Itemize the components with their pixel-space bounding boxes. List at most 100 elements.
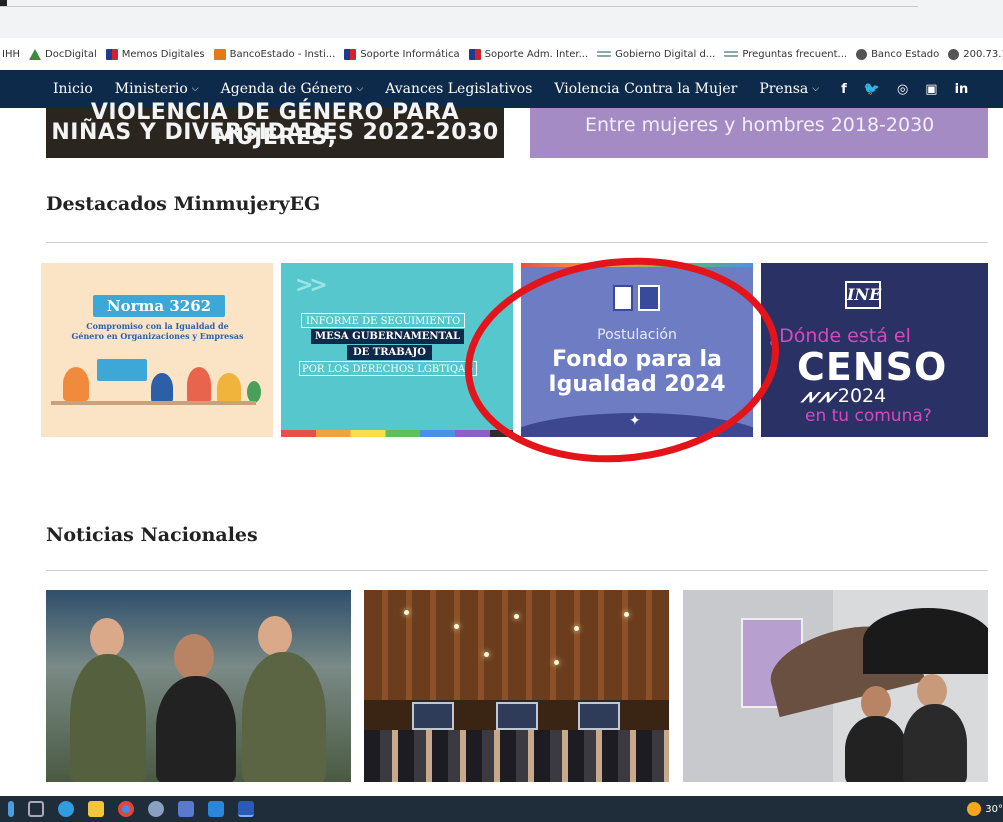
photo-person	[845, 716, 907, 782]
banner-plan-igualdad[interactable]: Entre mujeres y hombres 2018-2030	[530, 108, 988, 158]
bookmark-label: Gobierno Digital d...	[615, 48, 716, 60]
news-card-2[interactable]	[364, 590, 669, 782]
photo-screen	[412, 702, 454, 730]
chevrons-decoration: >>	[295, 273, 328, 298]
photo-screen	[578, 702, 620, 730]
nav-label: Avances Legislativos	[385, 81, 533, 97]
twitter-icon[interactable]: 🐦	[864, 82, 880, 97]
photo-light	[404, 610, 409, 615]
card-headline: Fondo para la	[552, 347, 722, 372]
social-links: f 🐦 ◎ ▣ in	[841, 82, 985, 97]
bookmark-label: Memos Digitales	[121, 48, 205, 60]
browser-toolbar	[0, 0, 1003, 38]
weather-widget[interactable]: 30°	[967, 802, 1003, 816]
banner-right-text: Entre mujeres y hombres 2018-2030	[585, 114, 935, 136]
card-line: INFORME DE SEGUIMIENTO	[301, 313, 466, 328]
nav-avances-legislativos[interactable]: Avances Legislativos	[385, 81, 532, 97]
card-subtitle: Compromiso con la Igualdad de Género en …	[55, 321, 260, 341]
bookmark-label: Soporte Informática	[360, 48, 460, 60]
color-stripe	[521, 263, 753, 267]
bookmark-label: DocDigital	[45, 48, 97, 60]
photo-person	[903, 704, 967, 782]
app-icon[interactable]	[148, 801, 164, 817]
card-fondo-igualdad-2024[interactable]: Postulación Fondo para la Igualdad 2024 …	[521, 263, 753, 437]
bookmark-bancoestado-insti[interactable]: BancoEstado - Insti...	[213, 48, 335, 60]
illustration-person	[187, 367, 211, 403]
nav-agenda-de-genero[interactable]: Agenda de Género ⌵	[221, 81, 364, 97]
photo-face	[917, 674, 947, 708]
facebook-icon[interactable]: f	[841, 82, 847, 97]
bookmark-preguntas-frecuentes[interactable]: Preguntas frecuent...	[724, 49, 847, 60]
photo-light	[554, 660, 559, 665]
photo-screen	[496, 702, 538, 730]
card-line: POR LOS DERECHOS LGBTIQA+	[299, 361, 477, 376]
photo-face	[861, 686, 891, 720]
chevron-down-icon: ⌵	[356, 84, 364, 94]
bookmark-gobierno-digital[interactable]: Gobierno Digital d...	[597, 49, 715, 60]
photo-audience	[364, 730, 669, 782]
start-icon[interactable]	[8, 801, 14, 817]
nav-ministerio[interactable]: Ministerio ⌵	[115, 81, 199, 97]
nav-inicio[interactable]: Inicio	[53, 81, 93, 97]
card-headline: Igualdad 2024	[548, 372, 726, 397]
news-card-1[interactable]	[46, 590, 351, 782]
bookmark-label: 200.73.11.51/sigbsc...	[963, 48, 1003, 60]
bookmark-soporte-adm[interactable]: Soporte Adm. Inter...	[468, 48, 589, 60]
globe-icon	[948, 48, 960, 60]
censo-year: 2024	[837, 385, 887, 407]
teams-icon[interactable]	[178, 801, 194, 817]
temperature: 30°	[985, 803, 1003, 815]
illustration-desk	[51, 401, 256, 405]
flag-icon	[468, 48, 481, 60]
instagram-icon[interactable]: ◎	[897, 82, 908, 97]
section-title-noticias: Noticias Nacionales	[46, 524, 258, 546]
censo-title: CENSO	[797, 345, 948, 389]
divider	[46, 570, 988, 571]
chevron-down-icon: ⌵	[812, 84, 820, 94]
linkedin-icon[interactable]: in	[955, 82, 969, 97]
sun-icon	[967, 802, 982, 816]
globe-icon	[856, 48, 868, 60]
word-icon[interactable]	[238, 801, 254, 817]
nav-label: Inicio	[53, 81, 93, 97]
photo-light	[624, 612, 629, 617]
nav-violencia-contra-la-mujer[interactable]: Violencia Contra la Mujer	[554, 81, 737, 97]
card-norma-3262[interactable]: Norma 3262 Compromiso con la Igualdad de…	[41, 263, 273, 437]
gob-icon	[724, 51, 739, 57]
chrome-icon[interactable]	[118, 801, 134, 817]
bookmarks-bar: IHH DocDigital Memos Digitales BancoEsta…	[0, 38, 1003, 70]
gobierno-logo-icon	[613, 285, 633, 311]
illustration-monitor	[97, 359, 147, 381]
bookmark-memos-digitales[interactable]: Memos Digitales	[105, 48, 205, 60]
bookmark-ihh[interactable]: IHH	[2, 49, 20, 60]
docdigital-icon	[29, 48, 41, 60]
nav-prensa[interactable]: Prensa ⌵	[759, 81, 819, 97]
photo-person-uniform	[242, 652, 326, 782]
gob-icon	[597, 51, 612, 57]
photo-person-uniform	[70, 654, 146, 782]
file-explorer-icon[interactable]	[88, 801, 104, 817]
photo-light	[454, 624, 459, 629]
bookmark-docdigital[interactable]: DocDigital	[29, 48, 97, 60]
edge-icon[interactable]	[58, 801, 74, 817]
illustration-person	[151, 373, 173, 403]
bookmark-soporte-informatica[interactable]: Soporte Informática	[344, 48, 460, 60]
outlook-icon[interactable]	[208, 801, 224, 817]
photo-light	[484, 652, 489, 657]
bookmark-banco-estado[interactable]: Banco Estado	[856, 48, 939, 60]
card-censo-2024[interactable]: INE ¿Dónde está el CENSO ⩘⩗⩘⩗ 2024 en tu …	[761, 263, 988, 437]
banner-violencia-plan[interactable]: VIOLENCIA DE GÉNERO PARA MUJERES, NIÑAS …	[46, 100, 504, 158]
task-view-icon[interactable]	[28, 801, 44, 817]
youtube-icon[interactable]: ▣	[925, 82, 937, 97]
news-card-3[interactable]	[683, 590, 988, 782]
chile-te-mira-logo-icon	[638, 285, 660, 311]
card-informe-mesa-lgbtiqa[interactable]: >> INFORME DE SEGUIMIENTO MESA GUBERNAME…	[281, 263, 513, 437]
nav-label: Violencia Contra la Mujer	[554, 81, 738, 97]
bookmark-sigbsc[interactable]: 200.73.11.51/sigbsc...	[948, 48, 1003, 60]
censo-year-row: ⩘⩗⩘⩗ 2024	[801, 385, 886, 407]
illustration-person	[217, 373, 241, 403]
card-line: DE TRABAJO	[347, 345, 432, 360]
bookmark-label: Soporte Adm. Inter...	[484, 48, 589, 60]
zigzag-icon: ⩘⩗⩘⩗	[801, 385, 838, 407]
card-title: Norma 3262	[93, 295, 225, 317]
